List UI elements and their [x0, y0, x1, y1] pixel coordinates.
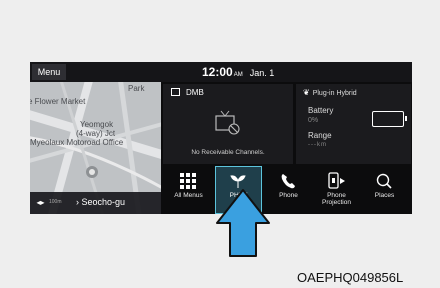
- dock-item-all-menus[interactable]: All Menus: [165, 166, 212, 214]
- phev-title: ❦ Plug-in Hybrid: [303, 88, 357, 97]
- map-location: › Seocho-gu: [76, 197, 126, 207]
- dmb-message: No Receivable Channels.: [191, 149, 265, 156]
- status-bar: Menu 12:00AM Jan. 1: [30, 62, 412, 82]
- map-widget[interactable]: Park e Flower Market Yeomgok (4-way) Jct…: [30, 82, 161, 214]
- dock-label-phone: Phone: [279, 192, 298, 199]
- no-signal-tv-icon: [215, 110, 240, 135]
- map-label-jct: (4-way) Jct: [76, 129, 116, 138]
- map-label-park: Park: [128, 84, 145, 93]
- phev-title-text: Plug-in Hybrid: [312, 90, 357, 97]
- callout-arrow-icon: [216, 189, 270, 257]
- phone-projection-icon: [328, 172, 345, 189]
- dmb-title-text: DMB: [186, 88, 204, 97]
- clock-date: Jan. 1: [249, 68, 275, 78]
- figure-code: OAEPHQ049856L: [297, 270, 404, 285]
- map-location-name: Seocho-gu: [81, 197, 126, 207]
- dock-item-places[interactable]: Places: [361, 166, 408, 214]
- phev-widget[interactable]: ❦ Plug-in Hybrid Battery 0% Range ---km: [296, 84, 411, 164]
- dock-label-all-menus: All Menus: [174, 192, 203, 199]
- clock-ampm: AM: [233, 72, 243, 78]
- search-icon: [376, 173, 392, 189]
- map-label-yeomgok: Yeomgok: [80, 120, 114, 129]
- range-value: ---km: [308, 142, 327, 148]
- grid-icon: [180, 173, 196, 189]
- phone-icon: [281, 174, 295, 189]
- battery-icon: [372, 111, 407, 127]
- range-label: Range: [308, 131, 332, 140]
- dock-item-phone-projection[interactable]: Phone Projection: [313, 166, 360, 214]
- tv-icon: [171, 88, 180, 96]
- clock-time: 12:00: [202, 65, 233, 79]
- menu-button[interactable]: Menu: [32, 64, 66, 80]
- map-label-flower-market: e Flower Market: [30, 97, 86, 106]
- dock: All Menus PHEV Phone Phone Projection: [163, 166, 412, 214]
- dock-label-places: Places: [374, 192, 395, 199]
- map-label-motoroad-office: Myeolaux Motoroad Office: [30, 138, 124, 147]
- map-scale: 100m: [49, 199, 62, 205]
- dmb-title: DMB: [171, 88, 204, 97]
- dock-item-phone[interactable]: Phone: [265, 166, 312, 214]
- clock: 12:00AM Jan. 1: [202, 65, 274, 79]
- battery-label: Battery: [308, 106, 334, 115]
- leaf-icon: ❦: [303, 88, 310, 97]
- compass-icon[interactable]: ◂▸: [34, 196, 47, 209]
- dmb-widget[interactable]: DMB No Receivable Channels.: [163, 84, 293, 164]
- map-location-bar: ◂▸ 100m › Seocho-gu: [30, 192, 161, 214]
- dock-label-phone-projection: Phone Projection: [322, 192, 351, 206]
- battery-value: 0%: [308, 117, 319, 124]
